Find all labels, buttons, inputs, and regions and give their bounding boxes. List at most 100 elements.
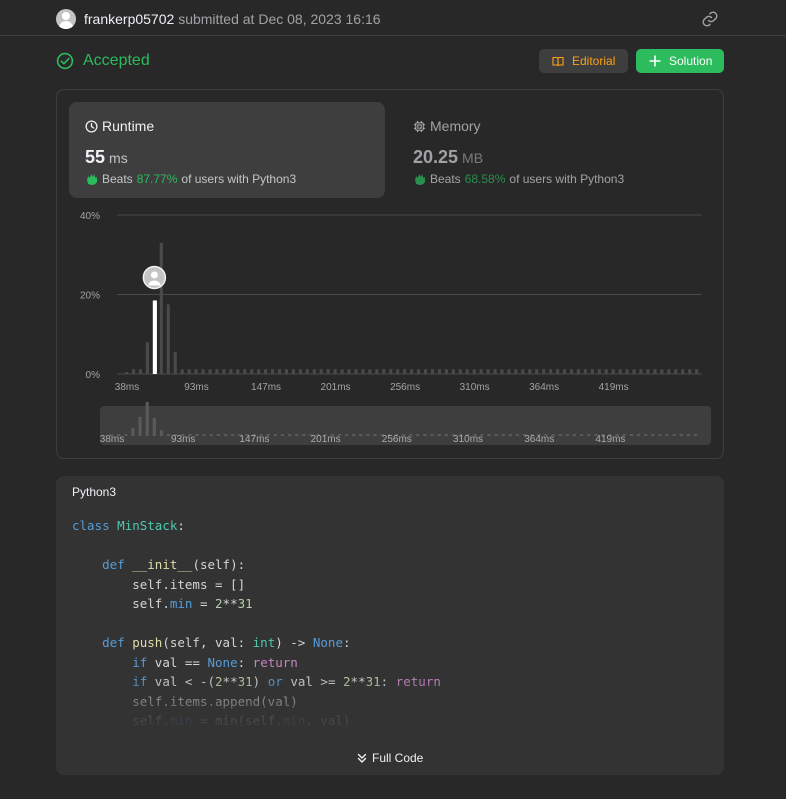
bar [222,369,226,374]
plus-icon [649,55,661,67]
minimap-bar [658,434,662,436]
minimap-bar [280,434,285,436]
minimap-bar [672,434,676,436]
bar [486,369,490,374]
bar [131,369,136,374]
x-tick-label: 147ms [251,382,281,393]
bar [688,369,692,374]
bar [291,369,295,374]
editorial-button[interactable]: Editorial [539,49,628,73]
minimap-bar [629,434,633,436]
bar [521,369,525,374]
runtime-distribution-chart[interactable]: 40% 20% 0% 38ms 93ms 147ms 201ms 256ms 310ms 364m… [57,90,723,458]
bar [257,369,261,374]
bar [416,369,421,374]
bar [284,369,289,374]
bar [681,369,685,374]
performance-panel: Runtime 55 ms Beats 87.77% of users with … [56,89,724,459]
minimap-bar [558,434,562,436]
minimap-bar [223,434,228,436]
minimap-bar [515,434,520,436]
bar [145,342,149,374]
minimap-bar [138,416,142,436]
bar [194,369,198,374]
minimap-bar [501,434,505,436]
bar [653,369,657,374]
status-label: Accepted [83,52,150,69]
minimap-bar [359,434,363,436]
bar [479,369,483,374]
minimap-bar [644,434,648,436]
minimap-bar [693,434,698,436]
bar [173,352,177,374]
minimap-bar [202,434,206,436]
minimap-bar [423,434,427,436]
bar [500,369,504,374]
minimap-bar [302,434,306,436]
y-tick-label: 0% [86,370,101,381]
book-icon [552,56,564,66]
bar [618,369,622,374]
bar [312,369,316,374]
bar [319,369,323,374]
bar [542,369,546,374]
bar [333,369,337,374]
x-tick-label: 38ms [115,382,139,393]
bar [389,369,393,374]
minimap-bar [166,434,171,436]
user-avatar[interactable] [56,9,76,29]
bar [187,369,191,374]
x-tick-label: 310ms [460,382,490,393]
y-tick-label: 40% [80,211,100,222]
bar [625,369,629,374]
bar [215,369,219,374]
minimap-bar [373,434,377,436]
code-fade-overlay [56,676,724,736]
bar [604,369,608,374]
full-code-button[interactable]: Full Code [356,751,423,765]
link-icon[interactable] [700,10,720,28]
minimap-bar [295,434,299,436]
minimap-tick-label: 419ms [595,434,625,445]
bar [639,369,643,374]
minimap-tick-label: 310ms [453,434,483,445]
bar [514,369,518,374]
minimap-bar [665,434,669,436]
bar [270,369,275,374]
x-tick-label: 364ms [529,382,559,393]
minimap-bar [273,434,277,436]
minimap-bar [209,434,213,436]
bar [125,372,129,374]
x-tick-label: 201ms [321,382,351,393]
bar [201,369,205,374]
bar [361,369,365,374]
minimap-tick-label: 201ms [311,434,341,445]
bar [305,369,309,374]
bar [229,369,233,374]
bar [444,369,448,374]
bar [472,369,476,374]
minimap-tick-label: 364ms [524,434,554,445]
submitted-at: submitted at Dec 08, 2023 16:16 [178,11,381,27]
bar [396,369,400,374]
check-circle-icon [56,52,74,70]
bar [354,369,358,374]
bar [632,369,636,374]
bar [430,369,435,374]
editorial-label: Editorial [572,54,616,68]
solution-button[interactable]: Solution [636,49,724,73]
bar [375,369,379,374]
highlight-bar [152,300,157,374]
minimap-bar [231,434,235,436]
bar [674,369,678,374]
minimap-bar [416,434,420,436]
bar [298,369,302,374]
minimap-tick-label: 93ms [171,434,195,445]
minimap-tick-label: 147ms [239,434,269,445]
bar [347,369,351,374]
bar [569,369,574,374]
minimap-bar [152,417,156,436]
username-link[interactable]: frankerp05702 [84,11,174,27]
bar [264,369,268,374]
bar [368,369,372,374]
